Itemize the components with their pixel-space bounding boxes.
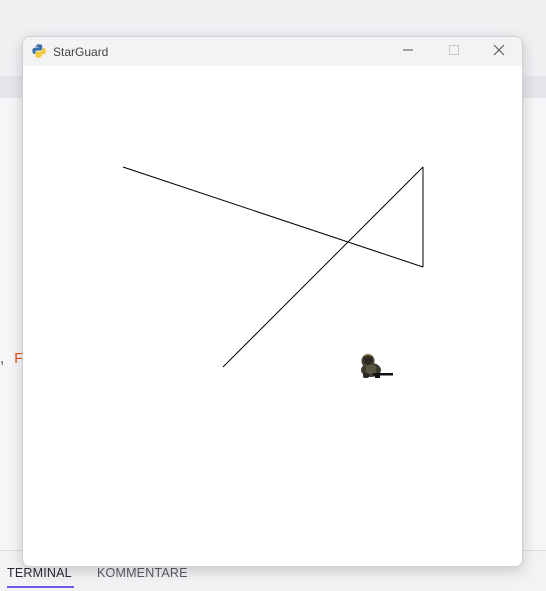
- code-fragment: ,F: [0, 350, 23, 367]
- python-icon: [31, 43, 47, 59]
- maximize-icon: [448, 43, 460, 61]
- game-canvas[interactable]: [23, 66, 522, 566]
- game-window: StarGuard: [22, 36, 523, 567]
- game-scene: [122, 166, 424, 378]
- minimize-button[interactable]: [385, 37, 431, 66]
- tab-terminal[interactable]: TERMINAL: [7, 566, 74, 588]
- window-titlebar[interactable]: StarGuard: [23, 37, 522, 66]
- close-button[interactable]: [476, 37, 522, 66]
- wireframe-line: [122, 166, 424, 268]
- close-icon: [493, 43, 505, 61]
- code-fragment-comma: ,: [0, 350, 5, 367]
- maximize-button[interactable]: [431, 37, 477, 66]
- soldier-sprite: [361, 353, 393, 378]
- tab-kommentare[interactable]: KOMMENTARE: [97, 566, 188, 580]
- wireframe-line: [222, 166, 424, 368]
- minimize-icon: [402, 43, 414, 61]
- window-title: StarGuard: [53, 45, 109, 59]
